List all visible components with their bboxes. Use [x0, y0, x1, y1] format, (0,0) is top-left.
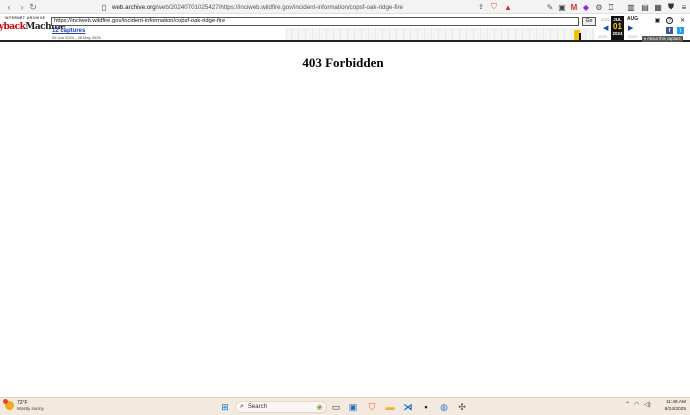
task-view-icon[interactable]: ▭: [330, 401, 342, 413]
browser-toolbar: ‹ › ↻ ▯ web.archive.org/web/202407010254…: [0, 0, 690, 14]
facebook-icon[interactable]: f: [666, 27, 673, 34]
go-button[interactable]: Go: [582, 17, 596, 26]
next-capture-arrow-icon[interactable]: ▶: [628, 24, 633, 32]
gmail-icon[interactable]: M: [569, 2, 579, 12]
extension-icon-2[interactable]: ▣: [557, 2, 567, 12]
wayback-toolbar: INTERNET ARCHIVE WaybackMachine https://…: [0, 14, 690, 42]
capture-sparkline[interactable]: [285, 28, 595, 40]
extension-icon-3[interactable]: ◆: [581, 2, 591, 12]
wayback-logo[interactable]: INTERNET ARCHIVE WaybackMachine: [0, 16, 66, 38]
about-capture-button[interactable]: ▾ About this capture: [642, 36, 683, 42]
extension-icon-5[interactable]: ♖: [606, 2, 616, 12]
tools-icon[interactable]: ✣: [456, 401, 468, 413]
extension-icon-1[interactable]: ✎: [545, 2, 555, 12]
terminal-icon[interactable]: ▪: [420, 401, 432, 413]
logo-wayback-text: Wayback: [0, 22, 26, 32]
wifi-icon[interactable]: ◠: [634, 401, 639, 408]
tray-chevron-icon[interactable]: ⌃: [625, 401, 630, 408]
share-icon[interactable]: ⇪: [476, 2, 486, 12]
file-explorer-icon[interactable]: ▬: [384, 401, 396, 413]
wallet-icon[interactable]: ▦: [653, 2, 663, 12]
weather-alert-badge: [3, 399, 8, 404]
taskbar: 72°F Mostly sunny ⊞ ⌕ Search ❀ ▭ ▣ ⛉ ▬ ⋊…: [0, 397, 690, 415]
next-month-label[interactable]: AUG: [627, 16, 638, 22]
volume-icon[interactable]: ◁): [644, 401, 651, 408]
search-icon: ⌕: [240, 403, 244, 410]
next-year-label[interactable]: 2025: [628, 34, 637, 39]
reload-icon[interactable]: ↻: [27, 1, 39, 13]
current-capture-date: JUL 01 2024: [611, 16, 624, 40]
logo-wayback-machine: WaybackMachine: [0, 21, 66, 33]
weather-sun-icon: [3, 399, 14, 410]
brave-browser-icon[interactable]: ⛉: [366, 401, 378, 413]
back-icon[interactable]: ‹: [3, 1, 15, 13]
sparkline-capture-bar[interactable]: [579, 33, 581, 40]
weather-widget[interactable]: 72°F Mostly sunny: [3, 399, 44, 411]
captures-link[interactable]: 12 captures: [52, 28, 85, 34]
network-app-icon[interactable]: ◍: [438, 401, 450, 413]
help-icon[interactable]: ?: [666, 17, 673, 24]
taskbar-search[interactable]: ⌕ Search ❀: [235, 401, 327, 413]
page-title: 403 Forbidden: [302, 55, 384, 70]
weather-condition: Mostly sunny: [17, 406, 44, 411]
tabs-icon[interactable]: ▤: [640, 2, 650, 12]
prev-capture-arrow-icon[interactable]: ◀: [603, 24, 608, 32]
logo-internet-archive: INTERNET ARCHIVE: [4, 16, 46, 20]
address-path: /web/20240701025427/https://inciweb.wild…: [155, 3, 403, 11]
capture-date-range: 25 Jun 2024 - 28 May 2025: [52, 35, 101, 40]
search-highlight-icon: ❀: [316, 402, 323, 412]
widgets-icon[interactable]: ▣: [347, 401, 359, 413]
vpn-icon[interactable]: ⛊: [666, 2, 676, 12]
account-icon[interactable]: ▣: [654, 17, 661, 24]
bookmark-icon[interactable]: ▯: [99, 2, 109, 12]
brave-rewards-icon[interactable]: ▲: [503, 2, 513, 12]
brave-shield-icon[interactable]: ⛉: [489, 2, 499, 12]
menu-icon[interactable]: ≡: [679, 2, 689, 12]
close-icon[interactable]: ✕: [679, 17, 686, 24]
address-domain: web.archive.org: [112, 3, 156, 11]
start-icon[interactable]: ⊞: [219, 401, 231, 413]
wayback-url-input[interactable]: https://inciweb.wildfire.gov/incident-in…: [51, 17, 579, 26]
clock-date: 8/24/2025: [664, 406, 686, 412]
current-day: 01: [613, 22, 622, 31]
twitter-icon[interactable]: t: [677, 27, 684, 34]
current-year: 2024: [612, 31, 623, 36]
sidebar-icon[interactable]: ▥: [626, 2, 636, 12]
vscode-icon[interactable]: ⋊: [402, 401, 414, 413]
extension-icon-4[interactable]: ⚙: [594, 2, 604, 12]
address-bar[interactable]: web.archive.org/web/20240701025427/https…: [112, 1, 522, 13]
system-clock[interactable]: 11:48 AM 8/24/2025: [656, 400, 686, 413]
search-label: Search: [247, 404, 267, 410]
prev-year-label[interactable]: 2023: [598, 34, 607, 39]
